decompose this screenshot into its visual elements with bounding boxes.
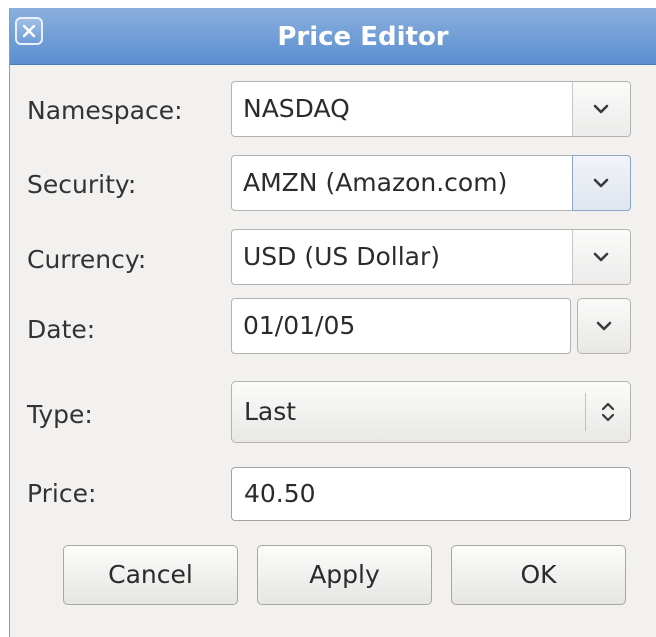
chevron-down-icon	[593, 252, 609, 262]
apply-button[interactable]: Apply	[257, 545, 432, 605]
window-title: Price Editor	[277, 22, 449, 52]
currency-combo[interactable]: USD (US Dollar)	[231, 229, 631, 285]
date-label: Date:	[27, 315, 96, 344]
cancel-button[interactable]: Cancel	[63, 545, 238, 605]
type-value[interactable]: Last	[244, 397, 296, 426]
date-picker-button[interactable]	[577, 298, 631, 354]
price-value[interactable]: 40.50	[244, 479, 316, 508]
date-input[interactable]: 01/01/05	[231, 298, 571, 354]
type-combo[interactable]: Last	[231, 381, 631, 443]
namespace-value[interactable]: NASDAQ	[243, 94, 350, 123]
security-label: Security:	[27, 170, 137, 199]
security-value[interactable]: AMZN (Amazon.com)	[243, 168, 507, 197]
price-input[interactable]: 40.50	[231, 467, 631, 521]
currency-value[interactable]: USD (US Dollar)	[243, 242, 440, 271]
security-combo[interactable]: AMZN (Amazon.com)	[231, 155, 631, 211]
currency-dropdown-button[interactable]	[572, 230, 630, 284]
chevron-down-icon	[593, 178, 609, 188]
type-label: Type:	[27, 400, 93, 429]
chevron-down-icon	[593, 104, 609, 114]
up-down-chevron-icon	[601, 402, 615, 422]
namespace-label: Namespace:	[27, 96, 183, 125]
price-label: Price:	[27, 479, 97, 508]
type-combo-separator	[585, 393, 586, 431]
title-bar: Price Editor	[10, 8, 656, 65]
namespace-combo[interactable]: NASDAQ	[231, 81, 631, 137]
ok-button[interactable]: OK	[451, 545, 626, 605]
namespace-dropdown-button[interactable]	[572, 82, 630, 136]
chevron-down-icon	[596, 321, 612, 331]
security-dropdown-button[interactable]	[572, 155, 631, 211]
date-value[interactable]: 01/01/05	[243, 311, 355, 340]
currency-label: Currency:	[27, 245, 147, 274]
